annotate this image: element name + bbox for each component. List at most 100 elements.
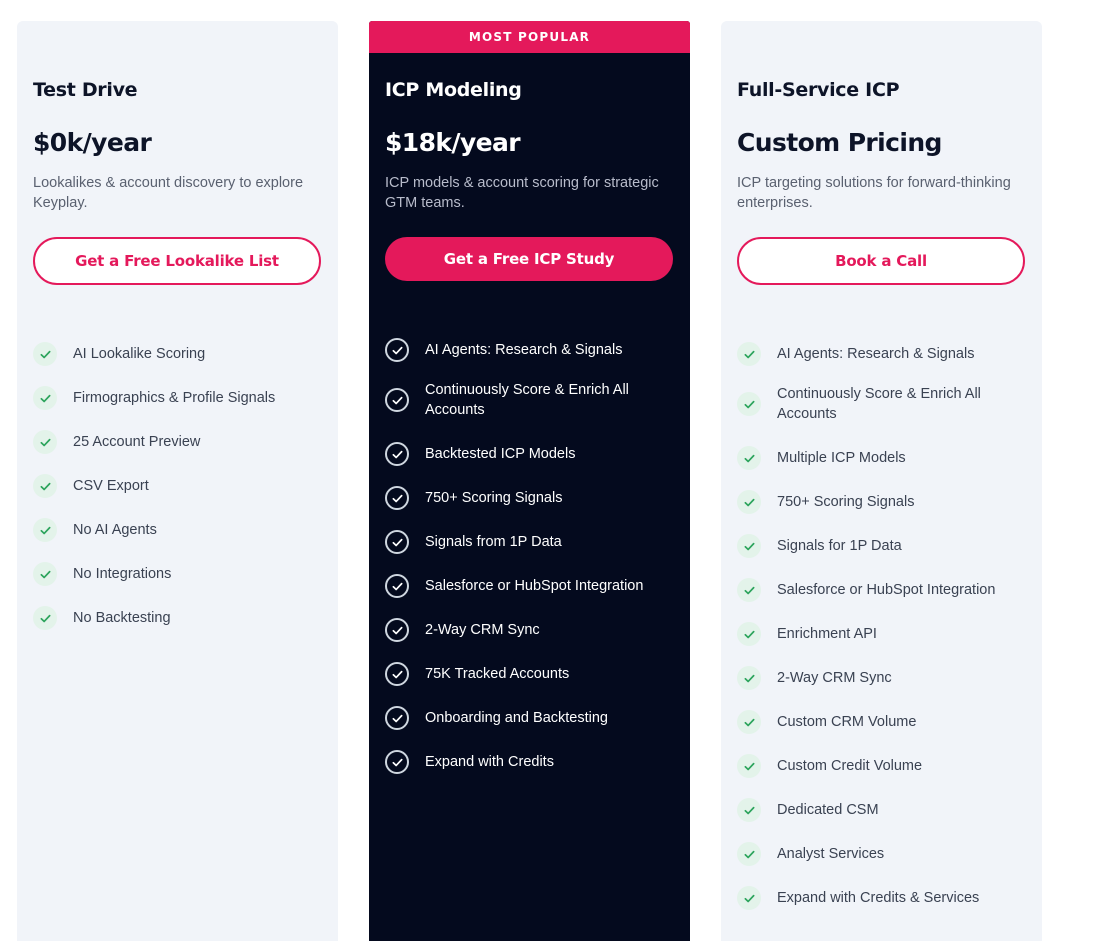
feature-item: AI Agents: Research & Signals xyxy=(737,342,1029,366)
feature-label: 25 Account Preview xyxy=(73,434,201,450)
feature-label: Signals from 1P Data xyxy=(425,534,562,550)
feature-label: Custom CRM Volume xyxy=(777,714,917,730)
check-icon xyxy=(385,706,409,730)
check-icon xyxy=(33,606,57,630)
feature-item: 25 Account Preview xyxy=(33,430,325,454)
plan-description: Lookalikes & account discovery to explor… xyxy=(33,175,304,211)
check-icon xyxy=(737,578,761,602)
feature-label: Salesforce or HubSpot Integration xyxy=(425,578,644,594)
feature-item: Firmographics & Profile Signals xyxy=(33,386,325,410)
check-icon xyxy=(385,388,409,412)
feature-label: AI Lookalike Scoring xyxy=(73,346,206,362)
check-icon xyxy=(385,618,409,642)
feature-label: Continuously Score & Enrich All Accounts xyxy=(425,382,629,418)
feature-label: Firmographics & Profile Signals xyxy=(73,390,276,406)
plan-name: Test Drive xyxy=(33,79,138,101)
feature-label: 750+ Scoring Signals xyxy=(425,490,563,506)
check-icon xyxy=(737,622,761,646)
feature-label: Signals for 1P Data xyxy=(777,538,902,554)
check-icon xyxy=(737,666,761,690)
plan-name: Full-Service ICP xyxy=(737,79,900,101)
plan-price: $18k/year xyxy=(385,128,521,157)
feature-item: Custom CRM Volume xyxy=(737,710,1029,734)
feature-label: AI Agents: Research & Signals xyxy=(425,342,623,358)
feature-item: 2-Way CRM Sync xyxy=(385,618,677,642)
feature-item: AI Agents: Research & Signals xyxy=(385,338,677,362)
check-icon xyxy=(737,886,761,910)
plan-price: $0k/year xyxy=(33,128,152,157)
check-icon xyxy=(737,490,761,514)
check-icon xyxy=(33,562,57,586)
check-icon xyxy=(33,430,57,454)
check-icon xyxy=(737,342,761,366)
feature-label: AI Agents: Research & Signals xyxy=(777,346,975,362)
most-popular-badge: MOST POPULAR xyxy=(369,21,690,53)
feature-label: Salesforce or HubSpot Integration xyxy=(777,582,996,598)
feature-label: No Backtesting xyxy=(73,610,171,626)
get-free-lookalike-list-button[interactable]: Get a Free Lookalike List xyxy=(33,237,321,285)
feature-label: Multiple ICP Models xyxy=(777,450,906,466)
check-icon xyxy=(385,750,409,774)
feature-label: Expand with Credits xyxy=(425,754,554,770)
check-icon xyxy=(33,474,57,498)
check-icon xyxy=(385,486,409,510)
check-icon xyxy=(385,662,409,686)
plan-name: ICP Modeling xyxy=(385,79,522,101)
feature-label: Dedicated CSM xyxy=(777,802,879,818)
plan-card-test-drive: Test Drive $0k/year Lookalikes & account… xyxy=(17,21,338,941)
feature-label: 750+ Scoring Signals xyxy=(777,494,915,510)
feature-label: Backtested ICP Models xyxy=(425,446,576,462)
check-icon xyxy=(385,338,409,362)
plan-description: ICP models & account scoring for strateg… xyxy=(385,175,659,211)
feature-item: Expand with Credits & Services xyxy=(737,886,1029,910)
feature-label: 75K Tracked Accounts xyxy=(425,666,570,682)
feature-item: Dedicated CSM xyxy=(737,798,1029,822)
book-a-call-button[interactable]: Book a Call xyxy=(737,237,1025,285)
feature-label: Analyst Services xyxy=(777,846,885,862)
feature-item: Expand with Credits xyxy=(385,750,677,774)
feature-item: No Backtesting xyxy=(33,606,325,630)
feature-label: Expand with Credits & Services xyxy=(777,890,980,906)
plan-card-full-service-icp: Full-Service ICP Custom Pricing ICP targ… xyxy=(721,21,1042,941)
check-icon xyxy=(385,442,409,466)
feature-item: Signals from 1P Data xyxy=(385,530,677,554)
feature-item: 2-Way CRM Sync xyxy=(737,666,1029,690)
check-icon xyxy=(33,518,57,542)
feature-item: 750+ Scoring Signals xyxy=(737,490,1029,514)
check-icon xyxy=(737,392,761,416)
check-icon xyxy=(737,754,761,778)
check-icon xyxy=(737,710,761,734)
feature-label: Enrichment API xyxy=(777,626,877,642)
feature-item: 75K Tracked Accounts xyxy=(385,662,677,686)
check-icon xyxy=(737,446,761,470)
feature-item: CSV Export xyxy=(33,474,325,498)
plan-price: Custom Pricing xyxy=(737,128,942,157)
feature-label: Continuously Score & Enrich All Accounts xyxy=(777,386,981,422)
check-icon xyxy=(385,574,409,598)
check-icon xyxy=(737,534,761,558)
feature-item: Continuously Score & Enrich All Accounts xyxy=(737,384,1029,424)
feature-item: Onboarding and Backtesting xyxy=(385,706,677,730)
feature-label: No Integrations xyxy=(73,566,172,582)
plan-card-icp-modeling: MOST POPULAR ICP Modeling $18k/year ICP … xyxy=(369,21,690,941)
check-icon xyxy=(33,342,57,366)
feature-item: Analyst Services xyxy=(737,842,1029,866)
feature-item: Backtested ICP Models xyxy=(385,442,677,466)
feature-item: Continuously Score & Enrich All Accounts xyxy=(385,380,677,420)
plan-description: ICP targeting solutions for forward-thin… xyxy=(737,175,1011,211)
feature-label: Custom Credit Volume xyxy=(777,758,923,774)
feature-item: No AI Agents xyxy=(33,518,325,542)
feature-label: 2-Way CRM Sync xyxy=(425,622,540,638)
feature-label: 2-Way CRM Sync xyxy=(777,670,892,686)
feature-item: Signals for 1P Data xyxy=(737,534,1029,558)
feature-label: No AI Agents xyxy=(73,522,157,538)
check-icon xyxy=(737,842,761,866)
feature-item: Enrichment API xyxy=(737,622,1029,646)
check-icon xyxy=(385,530,409,554)
get-free-icp-study-button[interactable]: Get a Free ICP Study xyxy=(385,237,673,281)
feature-label: CSV Export xyxy=(73,478,149,494)
check-icon xyxy=(33,386,57,410)
check-icon xyxy=(737,798,761,822)
feature-label: Onboarding and Backtesting xyxy=(425,710,608,726)
feature-item: Custom Credit Volume xyxy=(737,754,1029,778)
